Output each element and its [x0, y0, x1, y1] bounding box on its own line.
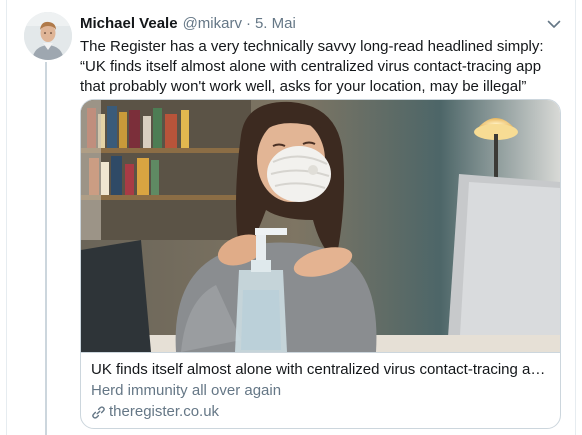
chevron-down-icon[interactable] — [545, 15, 563, 33]
link-card[interactable]: UK finds itself almost alone with centra… — [80, 99, 561, 429]
author-handle[interactable]: @mikarv — [183, 15, 242, 32]
tweet-header: Michael Veale @mikarv · 5. Mai — [80, 15, 296, 35]
card-image[interactable] — [81, 100, 560, 352]
tweet-text: The Register has a very technically savv… — [80, 38, 544, 95]
author-name[interactable]: Michael Veale — [80, 15, 178, 32]
thread-line — [45, 62, 47, 435]
card-domain-text: theregister.co.uk — [109, 403, 220, 420]
avatar[interactable] — [24, 12, 72, 60]
separator: · — [245, 15, 251, 32]
tweet-date[interactable]: 5. Mai — [255, 15, 296, 32]
link-icon — [91, 405, 106, 420]
card-body[interactable]: UK finds itself almost alone with centra… — [81, 352, 560, 428]
card-description: Herd immunity all over again — [91, 382, 282, 399]
card-domain[interactable]: theregister.co.uk — [91, 402, 550, 422]
tweet[interactable]: Michael Veale @mikarv · 5. Mai The Regis… — [6, 0, 576, 435]
card-title[interactable]: UK finds itself almost alone with centra… — [91, 360, 550, 380]
